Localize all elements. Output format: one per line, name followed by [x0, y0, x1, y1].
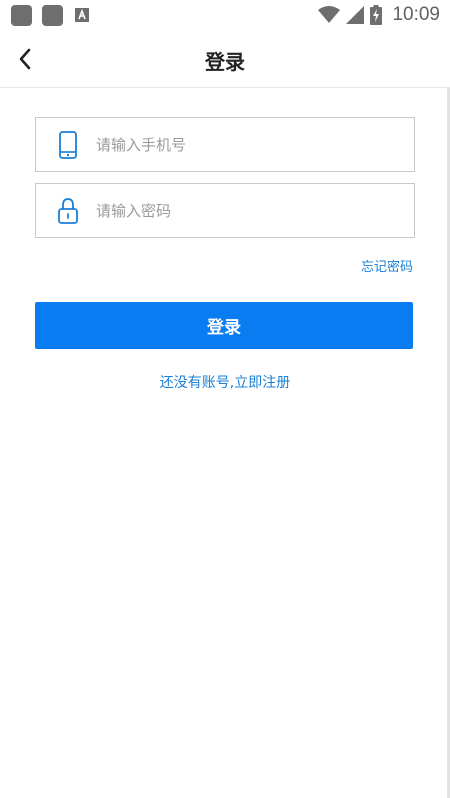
- register-link[interactable]: 还没有账号,立即注册: [0, 372, 450, 392]
- cellular-signal-icon: [346, 6, 365, 24]
- password-input[interactable]: [96, 184, 396, 237]
- status-time: 10:09: [392, 4, 440, 25]
- forgot-password-link[interactable]: 忘记密码: [361, 256, 413, 275]
- login-button[interactable]: 登录: [35, 302, 413, 349]
- notification-square-icon: [42, 5, 63, 26]
- app-bar: 登录: [0, 30, 450, 88]
- phone-field[interactable]: [35, 117, 415, 172]
- phone-icon: [59, 131, 77, 159]
- notification-square-icon: [11, 5, 32, 26]
- status-bar: 10:09: [0, 0, 450, 30]
- phone-input[interactable]: [96, 118, 396, 171]
- page-title: 登录: [205, 50, 245, 74]
- wifi-icon: [318, 6, 341, 23]
- font-icon: [75, 8, 89, 22]
- password-field[interactable]: [35, 183, 415, 238]
- lock-icon: [58, 198, 78, 224]
- battery-charging-icon: [370, 5, 383, 25]
